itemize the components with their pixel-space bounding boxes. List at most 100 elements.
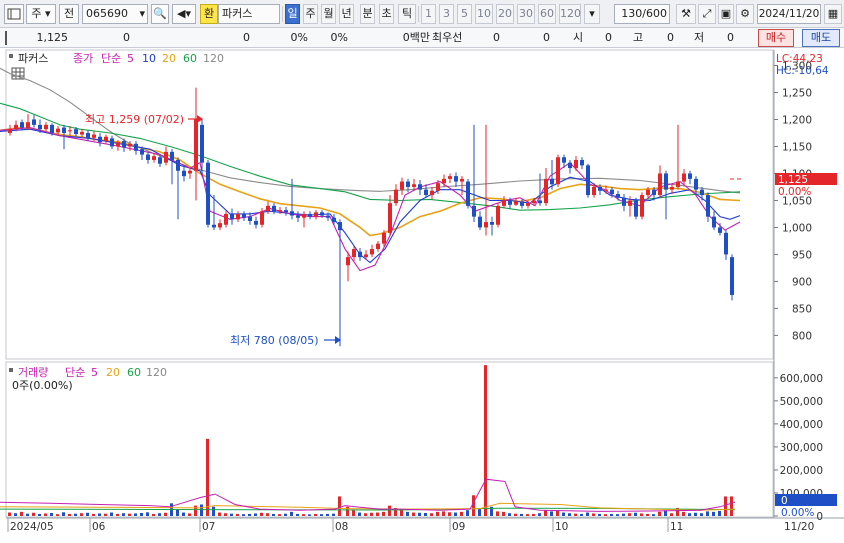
x-axis-label: 11	[670, 521, 683, 533]
period-day[interactable]: 일	[285, 4, 300, 24]
volume-bar	[338, 496, 341, 516]
code-input[interactable]: 065690 ▾	[82, 4, 148, 24]
volume-bar	[38, 513, 41, 516]
stock-name-field[interactable]: 파커스	[218, 4, 280, 24]
x-axis-label: 10	[555, 521, 568, 533]
volume-bar	[646, 513, 649, 516]
volume-bar	[484, 365, 487, 516]
search-icon[interactable]: 🔍	[151, 4, 169, 24]
low-value: 0	[727, 31, 734, 44]
indicator-icon[interactable]: ⚒	[676, 4, 696, 24]
count-total: /600	[642, 7, 667, 20]
interval-30[interactable]: 30	[517, 4, 535, 24]
volume-bar	[92, 513, 95, 516]
candle	[472, 205, 476, 217]
gear-icon[interactable]: ⚙	[736, 4, 754, 24]
volume-bar	[658, 511, 661, 516]
candle	[8, 129, 12, 133]
candle	[376, 243, 380, 250]
candle	[544, 178, 548, 204]
volume-ma5-legend: 5	[91, 366, 98, 379]
type-select[interactable]: 주 ▾	[26, 4, 56, 24]
volume-bar	[592, 513, 595, 516]
candle	[62, 127, 66, 133]
candle	[430, 190, 434, 196]
interval-3[interactable]: 3	[439, 4, 454, 24]
chart-menu-icon[interactable]	[4, 4, 24, 24]
quote-bar: 1,125 0 0 0% 0% 0백만 최우선 0 0 시 0 고 0 저 0 …	[0, 28, 844, 48]
candle	[556, 157, 560, 185]
period-year[interactable]: 년	[339, 4, 354, 24]
prev-button[interactable]: 전	[59, 4, 79, 24]
buy-button[interactable]: 매수	[758, 29, 794, 47]
volume-bar	[194, 505, 197, 516]
candle	[212, 224, 216, 228]
volume-bar	[640, 513, 643, 516]
volume-ma20-legend: 20	[106, 366, 120, 379]
interval-10[interactable]: 10	[475, 4, 493, 24]
sell-button[interactable]: 매도	[802, 29, 840, 47]
volume-bar	[418, 512, 421, 516]
volume-bar	[496, 511, 499, 516]
volume-bar	[218, 512, 221, 516]
volume-bar	[412, 512, 415, 516]
interval-60[interactable]: 60	[538, 4, 556, 24]
candle	[200, 124, 204, 163]
candle	[320, 212, 324, 216]
candle	[182, 170, 186, 177]
interval-5[interactable]: 5	[457, 4, 472, 24]
quote-bar-handle[interactable]	[5, 31, 7, 45]
volume-bar	[616, 514, 619, 516]
volume-panel[interactable]	[5, 361, 774, 518]
volume-bar	[80, 513, 83, 516]
volume-bar	[544, 510, 547, 516]
calendar-icon[interactable]: ▦	[824, 4, 842, 24]
interval-1[interactable]: 1	[421, 4, 436, 24]
candle	[206, 162, 210, 225]
speaker-icon[interactable]: ◀▾	[172, 4, 196, 24]
chart-area[interactable]: 파커스 종가 단순 5 10 20 60 120 LC:44,23 HC:-10…	[0, 48, 844, 543]
chevron-down-icon[interactable]: ▾	[139, 5, 145, 23]
volume-bar	[314, 513, 317, 516]
candle	[50, 124, 54, 133]
interval-dropdown-icon[interactable]: ▾	[584, 4, 600, 24]
currency-badge[interactable]: 환	[200, 4, 218, 24]
candle	[104, 136, 108, 142]
candle	[418, 184, 422, 190]
candle	[610, 189, 614, 194]
period-second[interactable]: 초	[379, 4, 394, 24]
close-label: 종가	[73, 52, 93, 65]
candle	[526, 203, 530, 206]
period-minute[interactable]: 분	[360, 4, 375, 24]
period-month[interactable]: 월	[321, 4, 336, 24]
volume-bar	[682, 511, 685, 516]
candle	[38, 124, 42, 130]
candle	[502, 200, 506, 206]
volume-bar	[44, 513, 47, 516]
trend-line-icon[interactable]: ⤢	[698, 4, 716, 24]
panel-handle-icon[interactable]	[9, 54, 13, 58]
ma-label: 단순	[101, 52, 121, 65]
volume-bar	[712, 511, 715, 516]
interval-20[interactable]: 20	[496, 4, 514, 24]
candle	[550, 178, 554, 185]
candle	[302, 213, 306, 218]
interval-120[interactable]: 120	[559, 4, 581, 24]
candle	[352, 249, 356, 258]
x-axis-label: 11/20	[784, 521, 814, 533]
volume-bar	[242, 514, 245, 516]
period-week[interactable]: 주	[303, 4, 318, 24]
volume-bar	[694, 512, 697, 516]
date-field[interactable]: 2024/11/20	[757, 4, 821, 24]
x-axis-label: 09	[452, 521, 465, 533]
save-icon[interactable]: ▣	[718, 4, 734, 24]
volume-bar	[164, 512, 167, 516]
candle	[278, 210, 282, 212]
period-tick[interactable]: 틱	[398, 4, 416, 24]
volume-bar	[670, 513, 673, 516]
volume-panel-handle-icon[interactable]	[9, 368, 13, 372]
candle	[490, 222, 494, 225]
volume-bar	[364, 513, 367, 516]
count-field[interactable]: 130/600	[614, 4, 670, 24]
volume-ma60-legend: 60	[127, 366, 141, 379]
